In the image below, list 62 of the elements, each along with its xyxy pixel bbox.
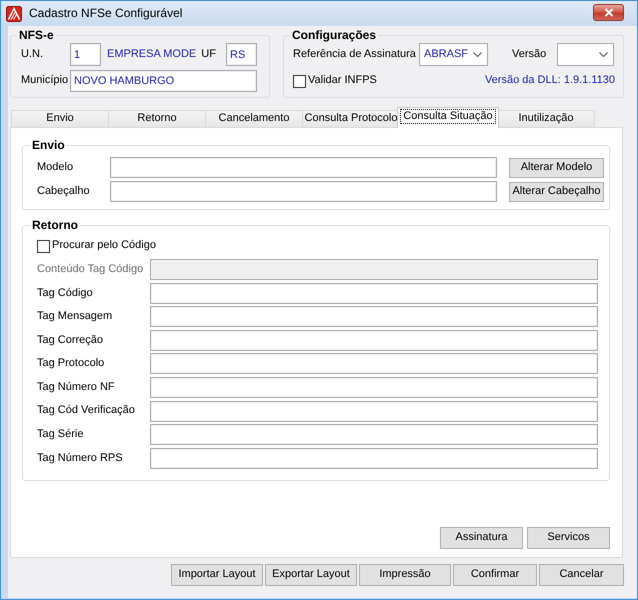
field-label: Cabeçalho: [37, 184, 91, 198]
field-label: Tag Cód Verificação: [37, 404, 136, 418]
field-label: Tag Código: [37, 286, 94, 300]
text-field[interactable]: [150, 353, 598, 374]
action-button[interactable]: Impressão: [359, 564, 451, 586]
action-button[interactable]: Assinatura: [440, 527, 523, 549]
field-label: Referência de Assinatura: [293, 48, 417, 62]
text-field[interactable]: [110, 157, 497, 178]
field-label: Tag Série: [37, 428, 84, 442]
action-button[interactable]: Importar Layout: [171, 564, 263, 586]
tab[interactable]: Cancelamento: [205, 110, 303, 127]
group-title: Envio: [31, 139, 66, 152]
action-button[interactable]: Exportar Layout: [265, 564, 357, 586]
text-field[interactable]: [150, 330, 598, 351]
signature-dropdown[interactable]: ABRASF: [419, 43, 488, 66]
tab[interactable]: Envio: [11, 110, 109, 127]
field-label: UF: [201, 48, 216, 62]
group-title: Configurações: [291, 29, 378, 42]
field-label: Modelo: [37, 160, 74, 174]
alter-button[interactable]: Alterar Modelo: [509, 158, 604, 178]
uf-field[interactable]: RS: [226, 43, 257, 66]
text-field[interactable]: [150, 306, 598, 328]
dll-version: Versão da DLL: 1.9.1.1130: [484, 74, 615, 88]
action-button[interactable]: Confirmar: [453, 564, 537, 586]
tab[interactable]: Consulta Protocolo: [302, 110, 400, 127]
text-field[interactable]: [150, 424, 598, 446]
alter-button[interactable]: Alterar Cabeçalho: [509, 182, 604, 202]
un-field[interactable]: 1: [70, 43, 101, 66]
chevron-down-icon: [599, 52, 608, 57]
tab[interactable]: Consulta Situação: [397, 107, 499, 128]
action-button[interactable]: Cancelar: [539, 564, 624, 586]
city-field[interactable]: NOVO HAMBURGO: [70, 70, 257, 92]
tab[interactable]: Inutilização: [497, 110, 595, 127]
group-title: Retorno: [31, 219, 79, 232]
field-label: Tag Correção: [37, 334, 104, 347]
checkbox[interactable]: [293, 74, 306, 88]
action-button[interactable]: Servicos: [527, 527, 610, 549]
text-field[interactable]: [150, 282, 598, 304]
text-field[interactable]: [150, 448, 598, 469]
tab[interactable]: Retorno: [108, 110, 206, 127]
checkbox-label[interactable]: Procurar pelo Código: [52, 239, 156, 253]
field-label: Versão: [512, 48, 548, 62]
field-label: Tag Protocolo: [37, 357, 106, 370]
close-button[interactable]: [593, 4, 624, 21]
text-field[interactable]: [150, 400, 598, 422]
text-field[interactable]: [110, 181, 497, 202]
chevron-down-icon: [473, 52, 482, 57]
field-label: U.N.: [21, 48, 44, 62]
field-label: Tag Número NF: [37, 380, 116, 394]
close-icon: [604, 8, 614, 17]
field-label: Município: [21, 74, 70, 88]
field-label: Conteúdo Tag Código: [37, 262, 144, 276]
version-dropdown[interactable]: [557, 43, 614, 66]
field-label: Tag Número RPS: [37, 452, 124, 465]
group-title: NFS-e: [18, 29, 55, 42]
checkbox-label[interactable]: Validar INFPS: [308, 74, 377, 88]
checkbox[interactable]: [37, 240, 50, 252]
text-field[interactable]: [150, 376, 598, 398]
app-logo-icon: [6, 6, 22, 22]
company-name: EMPRESA MODE: [107, 48, 196, 62]
window-title: Cadastro NFSe Configurável: [29, 6, 182, 21]
field-label: Tag Mensagem: [37, 310, 114, 324]
